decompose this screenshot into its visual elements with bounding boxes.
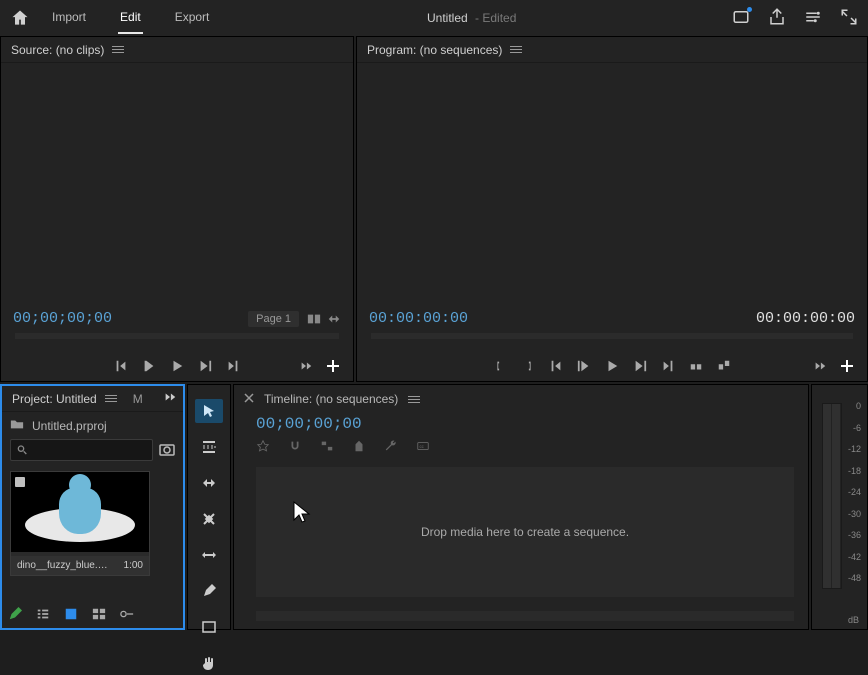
workspace-tabs: Import Edit Export xyxy=(50,2,211,34)
mark-out-icon[interactable] xyxy=(226,359,240,373)
new-search-bin-icon[interactable] xyxy=(159,442,175,459)
snap-icon[interactable] xyxy=(288,439,302,453)
svg-text:cc: cc xyxy=(420,444,425,449)
source-page-indicator[interactable]: Page 1 xyxy=(248,311,299,327)
mark-out-bracket-icon[interactable] xyxy=(521,359,535,373)
tab-import[interactable]: Import xyxy=(50,2,88,34)
audio-meter-panel: 0 -6 -12 -18 -24 -30 -36 -42 -48 dB xyxy=(811,384,868,630)
project-clip-thumb[interactable]: dino__fuzzy_blue.0001.... 1:00 xyxy=(10,471,150,576)
source-timecode[interactable]: 00;00;00;00 xyxy=(13,310,112,327)
icon-view-icon[interactable] xyxy=(64,607,78,624)
razor-tool[interactable] xyxy=(195,507,223,531)
list-view-icon[interactable] xyxy=(36,607,50,624)
workspace-settings-icon[interactable] xyxy=(804,8,822,29)
clip-duration: 1:00 xyxy=(124,560,143,571)
mark-in-icon[interactable] xyxy=(114,359,128,373)
program-play-icon[interactable] xyxy=(605,359,619,373)
project-tab-label[interactable]: Project: Untitled xyxy=(12,392,97,406)
write-mode-icon[interactable] xyxy=(8,607,22,624)
program-monitor-view[interactable]: 00:00:00:00 00:00:00:00 xyxy=(357,63,867,381)
mark-in-bracket-icon[interactable] xyxy=(493,359,507,373)
program-monitor-panel: Program: (no sequences) 00:00:00:00 00:0… xyxy=(356,36,868,382)
marker-icon[interactable] xyxy=(352,439,366,453)
source-more-icon[interactable] xyxy=(299,359,313,373)
project-panel: Project: Untitled M Untitled.prproj dino xyxy=(0,384,185,630)
timeline-panel: Timeline: (no sequences) 00;00;00;00 cc … xyxy=(233,384,809,630)
timeline-close-icon[interactable] xyxy=(244,392,254,406)
zoom-slider-icon[interactable] xyxy=(120,607,134,624)
nest-icon[interactable] xyxy=(256,439,270,453)
fullscreen-icon[interactable] xyxy=(840,8,858,29)
share-icon[interactable] xyxy=(768,8,786,29)
top-bar: Import Edit Export Untitled - Edited xyxy=(0,0,868,36)
lift-icon[interactable] xyxy=(689,359,703,373)
video-badge-icon xyxy=(15,476,25,486)
step-forward-icon[interactable] xyxy=(198,359,212,373)
program-scrub-bar[interactable] xyxy=(371,333,853,339)
timeline-toolbar: cc xyxy=(234,435,808,461)
clip-view-icon[interactable] xyxy=(307,312,321,326)
play-icon[interactable] xyxy=(170,359,184,373)
go-to-out-icon[interactable] xyxy=(661,359,675,373)
document-title: Untitled - Edited xyxy=(211,11,732,25)
project-search-input[interactable] xyxy=(32,444,146,456)
source-scrub-bar[interactable] xyxy=(15,333,339,339)
edited-indicator: - Edited xyxy=(475,11,516,25)
source-monitor-panel: Source: (no clips) 00;00;00;00 Page 1 xyxy=(0,36,354,382)
project-panel-menu-icon[interactable] xyxy=(105,395,117,402)
hand-tool[interactable] xyxy=(195,651,223,675)
source-add-button-icon[interactable] xyxy=(325,358,341,374)
source-panel-title: Source: (no clips) xyxy=(11,43,104,57)
track-select-tool[interactable] xyxy=(195,435,223,459)
ripple-edit-tool[interactable] xyxy=(195,471,223,495)
title-text: Untitled xyxy=(427,11,468,25)
quick-export-icon[interactable] xyxy=(732,8,750,29)
linked-selection-icon[interactable] xyxy=(320,439,334,453)
rectangle-tool[interactable] xyxy=(195,615,223,639)
timeline-drop-hint: Drop media here to create a sequence. xyxy=(421,525,629,539)
program-timecode-right[interactable]: 00:00:00:00 xyxy=(756,310,855,327)
program-panel-menu-icon[interactable] xyxy=(510,46,522,53)
selection-tool[interactable] xyxy=(195,399,223,423)
audio-meter-bars[interactable] xyxy=(822,403,842,589)
program-step-forward-icon[interactable] xyxy=(633,359,647,373)
pen-tool[interactable] xyxy=(195,579,223,603)
tab-export[interactable]: Export xyxy=(173,2,212,34)
timeline-panel-menu-icon[interactable] xyxy=(408,396,420,403)
freeform-view-icon[interactable] xyxy=(92,607,106,624)
project-footer xyxy=(8,607,177,624)
source-monitor-view[interactable]: 00;00;00;00 Page 1 xyxy=(1,63,353,381)
insert-overwrite-icon[interactable] xyxy=(327,312,341,326)
caption-icon[interactable]: cc xyxy=(416,439,430,453)
audio-meter-scale: 0 -6 -12 -18 -24 -30 -36 -42 -48 xyxy=(848,401,861,583)
slip-tool[interactable] xyxy=(195,543,223,567)
program-panel-title: Program: (no sequences) xyxy=(367,43,502,57)
bin-icon[interactable] xyxy=(10,418,24,433)
search-icon xyxy=(17,444,28,456)
audio-meter-unit: dB xyxy=(848,615,859,625)
project-other-tab[interactable]: M xyxy=(133,392,143,406)
timeline-drop-zone[interactable]: Drop media here to create a sequence. xyxy=(256,467,794,597)
program-step-back-icon[interactable] xyxy=(577,359,591,373)
project-filename: Untitled.prproj xyxy=(32,419,107,433)
extract-icon[interactable] xyxy=(717,359,731,373)
source-panel-menu-icon[interactable] xyxy=(112,46,124,53)
home-icon[interactable] xyxy=(10,8,30,28)
program-timecode-left[interactable]: 00:00:00:00 xyxy=(369,310,468,327)
source-transport xyxy=(1,359,353,373)
step-back-icon[interactable] xyxy=(142,359,156,373)
settings-wrench-icon[interactable] xyxy=(384,439,398,453)
program-add-button-icon[interactable] xyxy=(839,358,855,374)
timeline-timecode[interactable]: 00;00;00;00 xyxy=(234,413,808,435)
tab-edit[interactable]: Edit xyxy=(118,2,143,34)
tools-panel xyxy=(187,384,231,630)
clip-name: dino__fuzzy_blue.0001.... xyxy=(17,560,112,571)
program-more-icon[interactable] xyxy=(813,359,827,373)
project-overflow-icon[interactable] xyxy=(163,390,177,407)
timeline-scrollbar[interactable] xyxy=(256,611,794,621)
timeline-title: Timeline: (no sequences) xyxy=(264,392,398,406)
program-transport xyxy=(357,359,867,373)
go-to-in-icon[interactable] xyxy=(549,359,563,373)
project-search-box[interactable] xyxy=(10,439,153,461)
